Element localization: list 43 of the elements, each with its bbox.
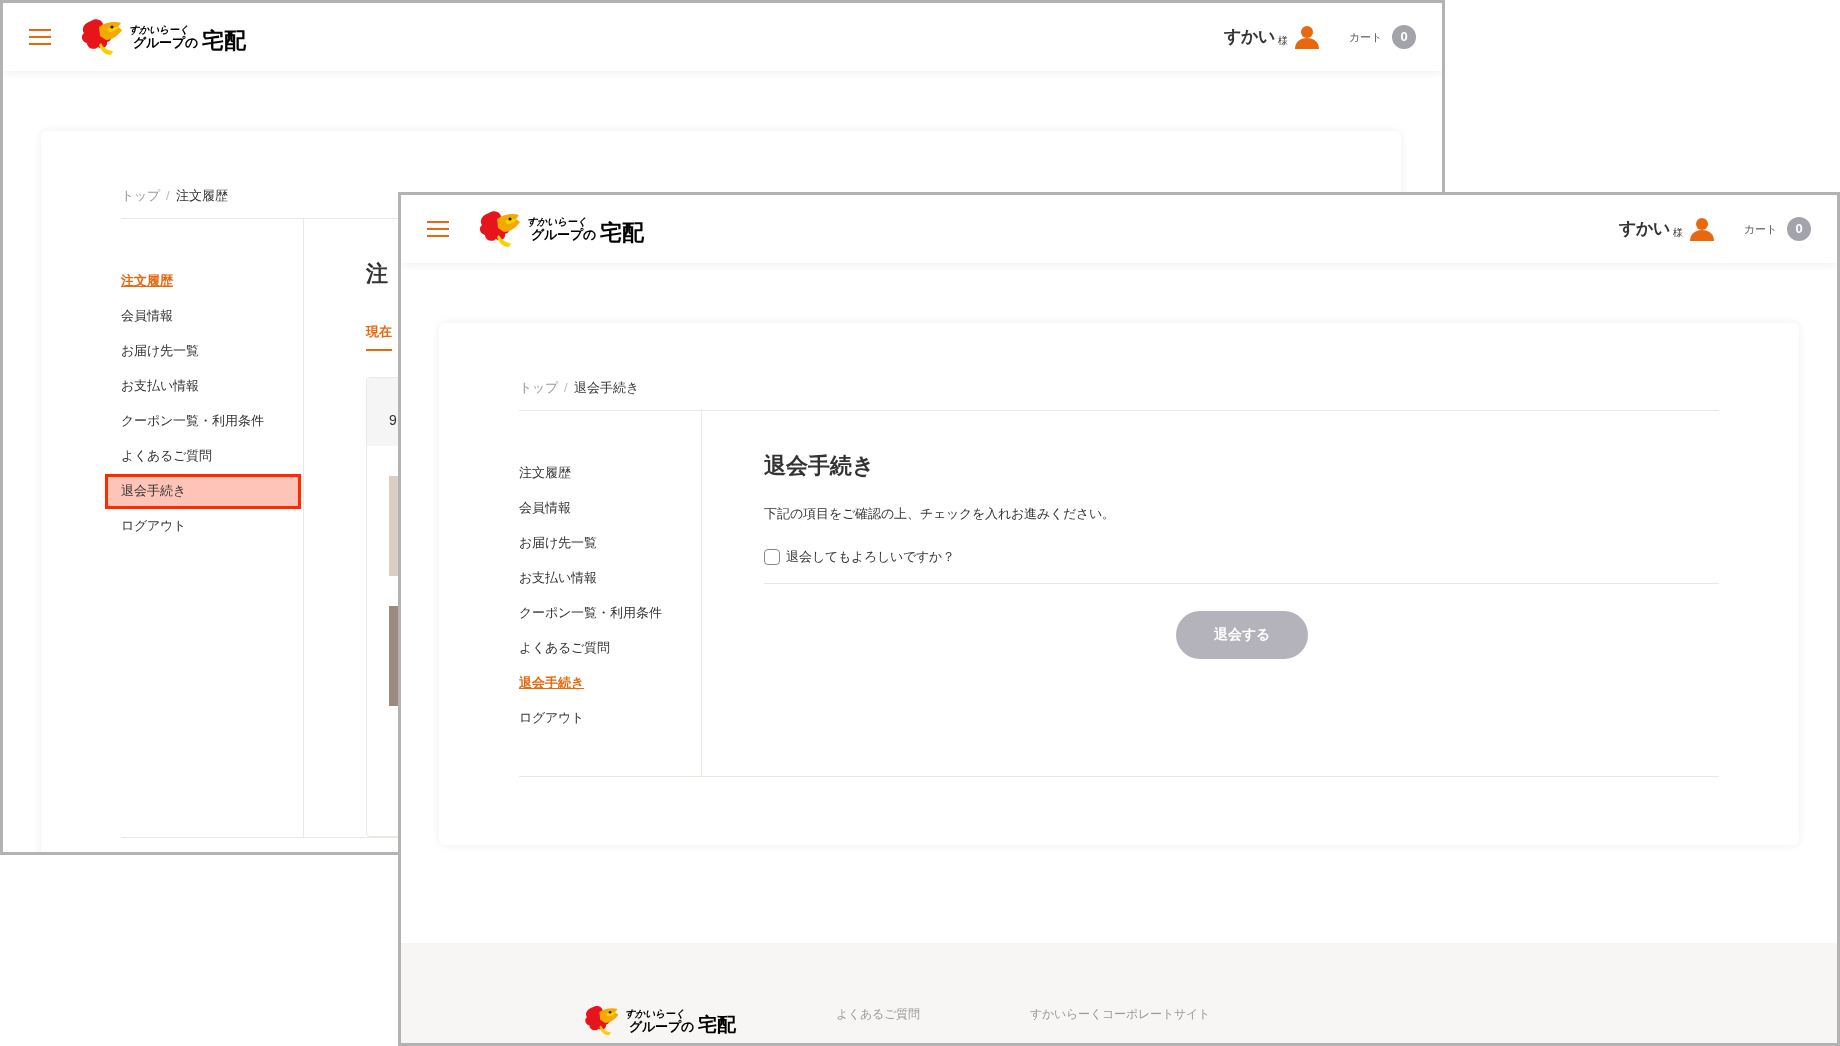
sidebar-link[interactable]: 会員情報 [105, 298, 301, 334]
cart-count-badge: 0 [1787, 217, 1811, 241]
cart-link[interactable]: カート [1349, 28, 1382, 46]
sidebar-link[interactable]: お支払い情報 [503, 560, 699, 596]
sidebar-link[interactable]: 注文履歴 [503, 455, 699, 491]
user-name: すかい [1224, 26, 1275, 49]
logo-text[interactable]: 宅配 [202, 30, 246, 52]
honorific-text: 様 [1673, 225, 1683, 240]
user-icon[interactable] [1295, 25, 1319, 49]
sidebar-link[interactable]: お支払い情報 [105, 368, 301, 404]
logo-text[interactable]: すかいらーく [527, 217, 596, 227]
instruction-text: 下記の項目をご確認の上、チェックを入れお進みください。 [764, 504, 1116, 523]
logo-text[interactable]: すかいらーく [129, 25, 198, 35]
order-number: 9 [389, 412, 397, 428]
breadcrumb-separator: / [166, 187, 170, 205]
sidebar-link[interactable]: ログアウト [503, 700, 699, 736]
menu-icon[interactable] [29, 29, 51, 45]
logo-text[interactable]: グループの [531, 228, 596, 241]
checkbox-label: 退会してもよろしいですか？ [786, 548, 955, 566]
sidebar-link[interactable]: ログアウト [105, 508, 301, 544]
user-icon[interactable] [1690, 217, 1714, 241]
breadcrumb-separator: / [564, 379, 568, 397]
checkbox[interactable] [764, 548, 780, 565]
logo-text[interactable]: グループの [133, 36, 198, 49]
honorific-text: 様 [1278, 33, 1288, 48]
logo-text[interactable]: グループの [629, 1019, 694, 1033]
menu-icon[interactable] [427, 221, 449, 237]
logo-text[interactable]: 宅配 [698, 1015, 736, 1034]
sidebar-link[interactable]: お届け先一覧 [503, 525, 699, 561]
sidebar-link[interactable]: よくあるご質問 [503, 630, 699, 666]
cart-count-badge: 0 [1392, 25, 1416, 49]
sidebar-link[interactable]: 会員情報 [503, 490, 699, 526]
sidebar-link[interactable]: 退会手続き [105, 473, 301, 509]
page-title: 注 [366, 259, 389, 288]
sidebar-link[interactable]: よくあるご質問 [105, 438, 301, 474]
page-title: 退会手続き [764, 451, 876, 480]
sidebar-link[interactable]: クーポン一覧・利用条件 [503, 595, 699, 631]
sidebar-link[interactable]: クーポン一覧・利用条件 [105, 403, 301, 439]
cart-link[interactable]: カート [1744, 220, 1777, 238]
logo-text[interactable]: すかいらーく [625, 1008, 694, 1019]
logo-text[interactable]: 宅配 [600, 222, 644, 244]
user-name: すかい [1619, 218, 1670, 241]
sidebar-link[interactable]: お届け先一覧 [105, 333, 301, 369]
